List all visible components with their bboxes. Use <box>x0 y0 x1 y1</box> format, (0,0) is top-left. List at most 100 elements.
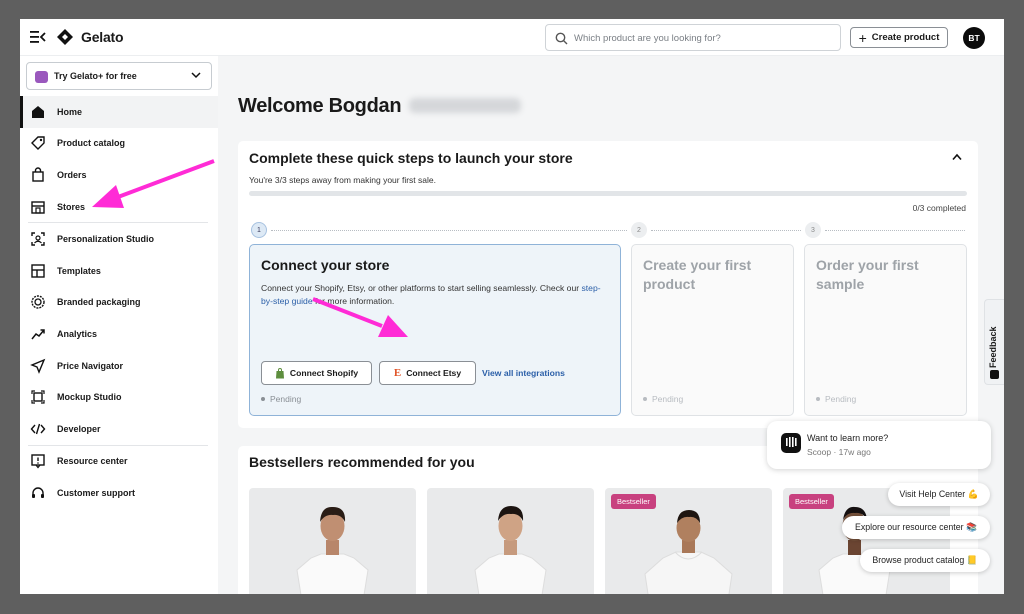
navigator-icon <box>30 358 46 374</box>
feedback-label: Feedback <box>988 326 998 368</box>
chart-icon <box>31 329 45 340</box>
quick-reply-resource-center[interactable]: Explore our resource center 📚 <box>842 516 990 539</box>
step-number-1: 1 <box>251 222 267 238</box>
store-icon <box>31 200 45 214</box>
sidebar-item-branded-packaging[interactable]: Branded packaging <box>20 287 218 319</box>
connect-etsy-button[interactable]: E Connect Etsy <box>379 361 476 385</box>
desc-text: for more information. <box>312 296 395 306</box>
sidebar-item-product-catalog[interactable]: Product catalog <box>20 128 218 160</box>
logo-text[interactable]: Gelato <box>81 29 124 45</box>
step-status: Pending <box>261 394 301 404</box>
status-text: Pending <box>652 394 684 404</box>
sidebar-item-analytics[interactable]: Analytics <box>20 318 218 350</box>
step-connector <box>825 230 965 231</box>
product-card[interactable] <box>249 488 416 594</box>
connect-shopify-label: Connect Shopify <box>289 368 359 378</box>
connect-etsy-label: Connect Etsy <box>406 368 462 378</box>
sidebar-item-mockup-studio[interactable]: Mockup Studio <box>20 381 218 413</box>
steps-progress-bar <box>249 191 967 196</box>
step-card-description: Connect your Shopify, Etsy, or other pla… <box>261 282 611 308</box>
launch-steps-card: Complete these quick steps to launch you… <box>238 141 978 428</box>
sidebar-item-label: Templates <box>57 265 101 276</box>
step-card-title: Connect your store <box>261 257 390 273</box>
mockup-icon <box>31 390 45 404</box>
quick-reply-product-catalog[interactable]: Browse product catalog 📒 <box>860 549 990 572</box>
bestsellers-title: Bestsellers recommended for you <box>249 454 475 470</box>
chat-message-popup[interactable]: Want to learn more? Scoop · 17w ago <box>767 421 991 469</box>
status-dot <box>816 397 820 401</box>
sidebar-item-home[interactable]: Home <box>20 96 218 128</box>
gelato-plus-icon <box>35 71 48 83</box>
search-icon <box>555 32 568 45</box>
view-all-integrations-link[interactable]: View all integrations <box>482 368 565 378</box>
main-content: Welcome Bogdan Complete these quick step… <box>218 56 1004 594</box>
templates-icon <box>31 264 45 278</box>
status-text: Pending <box>825 394 857 404</box>
sidebar-item-stores[interactable]: Stores <box>20 191 218 223</box>
sidebar-item-label: Home <box>57 106 83 117</box>
plus-icon: + <box>858 29 867 46</box>
steps-subtitle: You're 3/3 steps away from making your f… <box>249 175 436 185</box>
sidebar-item-customer-support[interactable]: Customer support <box>20 477 218 509</box>
step-card-order-sample[interactable]: Order your first sample Pending <box>804 244 967 416</box>
sidebar-item-personalization-studio[interactable]: Personalization Studio <box>20 223 218 255</box>
sidebar-nav: Home Product catalog Orders Stores Perso… <box>20 96 218 509</box>
sidebar-item-price-navigator[interactable]: Price Navigator <box>20 350 218 382</box>
feedback-icon <box>990 370 999 379</box>
sidebar-item-label: Stores <box>57 201 86 212</box>
sidebar-item-label: Branded packaging <box>57 297 141 308</box>
chat-meta: Scoop · 17w ago <box>807 447 871 457</box>
product-card[interactable]: Bestseller <box>605 488 772 594</box>
sidebar-item-label: Mockup Studio <box>57 392 122 403</box>
connect-shopify-button[interactable]: Connect Shopify <box>261 361 372 385</box>
sidebar-item-orders[interactable]: Orders <box>20 159 218 191</box>
completed-count: 0/3 completed <box>912 203 966 213</box>
code-icon <box>30 423 46 434</box>
status-text: Pending <box>270 394 302 404</box>
blurred-surname <box>409 98 522 113</box>
try-gelato-plus-label: Try Gelato+ for free <box>54 71 137 81</box>
step-connector <box>271 230 627 231</box>
chat-title: Want to learn more? <box>807 433 889 443</box>
info-icon <box>31 454 45 469</box>
chevron-up-icon[interactable] <box>952 153 962 161</box>
sidebar-item-label: Customer support <box>57 487 136 498</box>
step-card-title: Create your first product <box>643 257 752 292</box>
bestseller-badge: Bestseller <box>611 494 656 509</box>
sidebar-item-developer[interactable]: Developer <box>20 413 218 445</box>
sidebar-item-label: Resource center <box>57 456 128 467</box>
personalization-icon <box>31 232 45 246</box>
sidebar-item-label: Product catalog <box>57 138 126 149</box>
create-product-button[interactable]: + Create product <box>850 27 948 48</box>
home-icon <box>32 105 44 118</box>
bag-icon <box>32 167 44 182</box>
badge-icon <box>31 295 45 310</box>
step-number-2: 2 <box>631 222 647 238</box>
create-product-label: Create product <box>871 32 940 43</box>
menu-collapse-icon[interactable] <box>30 30 46 44</box>
gelato-logo-icon[interactable] <box>56 28 74 46</box>
sidebar-item-label: Developer <box>57 423 101 434</box>
step-card-connect-store[interactable]: Connect your store Connect your Shopify,… <box>249 244 621 416</box>
user-avatar[interactable]: BT <box>963 27 985 49</box>
shopify-icon <box>275 367 284 378</box>
quick-reply-help-center[interactable]: Visit Help Center 💪 <box>888 483 990 506</box>
product-search[interactable] <box>545 24 841 51</box>
product-image-tshirt <box>474 506 547 594</box>
search-input[interactable] <box>574 29 834 47</box>
top-bar: Gelato + Create product BT <box>20 19 1004 56</box>
sidebar-item-label: Personalization Studio <box>57 234 155 245</box>
sidebar-item-templates[interactable]: Templates <box>20 255 218 287</box>
try-gelato-plus-dropdown[interactable]: Try Gelato+ for free <box>26 62 212 90</box>
step-card-title: Order your first sample <box>816 257 919 292</box>
feedback-tab[interactable]: Feedback <box>984 299 1004 385</box>
step-status: Pending <box>643 394 683 404</box>
step-card-create-product[interactable]: Create your first product Pending <box>631 244 794 416</box>
product-card[interactable] <box>427 488 594 594</box>
status-dot <box>643 397 647 401</box>
sidebar-item-label: Orders <box>57 169 87 180</box>
step-connector <box>651 230 801 231</box>
sidebar-item-resource-center[interactable]: Resource center <box>20 446 218 478</box>
sidebar: Try Gelato+ for free Home Product catalo… <box>20 56 218 594</box>
product-image-tshirt <box>296 506 369 594</box>
